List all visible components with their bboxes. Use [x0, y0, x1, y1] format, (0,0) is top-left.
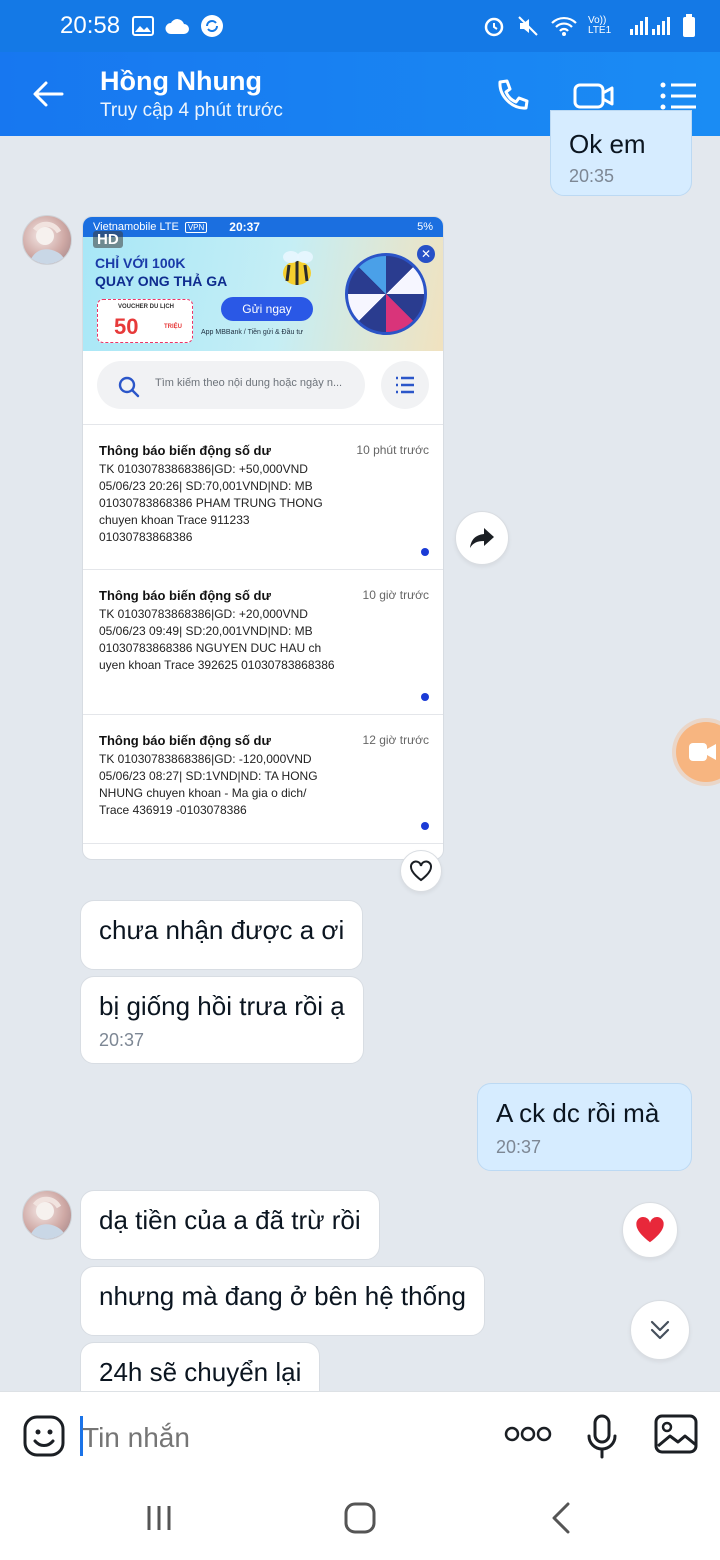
image-message[interactable]: Vietnamobile LTE VPN 20:37 5% HD CHỈ VỚI…	[82, 216, 444, 860]
message-incoming[interactable]: dạ tiền của a đã trừ rồi	[80, 1190, 380, 1260]
search-icon	[118, 376, 140, 398]
message-text: dạ tiền của a đã trừ rồi	[99, 1205, 361, 1235]
close-icon: ✕	[417, 245, 435, 263]
voucher-card: VOUCHER DU LỊCH 50 TRIỆU	[97, 299, 193, 343]
status-time: 20:58	[60, 12, 121, 39]
unread-dot	[421, 548, 429, 556]
hd-badge: HD	[93, 231, 123, 248]
wifi-icon	[551, 16, 577, 36]
status-bar: 20:58 Vo)) LTE1	[0, 0, 720, 52]
search-placeholder: Tìm kiếm theo nội dung hoặc ngày n...	[155, 377, 343, 389]
emoji-icon[interactable]	[22, 1414, 66, 1458]
microphone-icon[interactable]	[586, 1414, 618, 1460]
avatar[interactable]	[22, 215, 72, 265]
notification-title: Thông báo biến động số dư	[99, 443, 271, 458]
banner-cta: Gửi ngay	[221, 297, 313, 321]
notification-time: 10 giờ trước	[362, 588, 429, 602]
heart-icon	[410, 860, 432, 882]
promo-banner: HD CHỈ VỚI 100K QUAY ONG THẢ GA VOUCHER …	[83, 231, 443, 351]
back-icon[interactable]	[548, 1501, 574, 1535]
message-time: 20:37	[99, 1030, 145, 1051]
message-text: bị giống hồi trưa rồi ạ	[99, 991, 345, 1021]
contact-status: Truy cập 4 phút trước	[100, 100, 283, 121]
notification-item: Thông báo biến động số dư 10 giờ trước T…	[83, 569, 443, 715]
unread-dot	[421, 693, 429, 701]
image-icon[interactable]	[654, 1414, 698, 1454]
forward-button[interactable]	[455, 511, 509, 565]
message-incoming[interactable]: nhưng mà đang ở bên hệ thống	[80, 1266, 485, 1336]
scroll-down-button[interactable]	[630, 1300, 690, 1360]
message-text: chưa nhận được a ơi	[99, 915, 345, 945]
message-incoming[interactable]: bị giống hồi trưa rồi ạ 20:37	[80, 976, 364, 1064]
reaction-badge[interactable]	[622, 1202, 678, 1258]
bee-icon	[283, 251, 313, 285]
heart-icon	[636, 1217, 664, 1243]
message-incoming[interactable]: chưa nhận được a ơi	[80, 900, 364, 970]
alarm-icon	[484, 17, 504, 37]
notification-title: Thông báo biến động số dư	[99, 588, 271, 603]
more-dots-icon[interactable]	[504, 1424, 552, 1444]
embedded-time: 20:37	[229, 220, 260, 234]
video-camera-icon	[689, 743, 716, 761]
banner-line1: CHỈ VỚI 100K	[95, 255, 186, 271]
notification-body: TK 01030783868386|GD: -120,000VND 05/06/…	[99, 752, 318, 817]
network-label: Vo)) LTE1	[588, 15, 612, 36]
avatar-photo-icon	[29, 221, 67, 264]
avatar-photo-icon	[29, 1196, 67, 1239]
signal-icon	[630, 17, 670, 35]
banner-line2: QUAY ONG THẢ GA	[95, 273, 228, 289]
arrow-left-icon[interactable]	[30, 76, 66, 112]
filter-button	[381, 361, 429, 409]
filter-list-icon	[396, 376, 414, 394]
battery-icon	[683, 14, 695, 37]
voucher-value: 50	[114, 314, 139, 339]
chevron-double-down-icon	[650, 1320, 670, 1340]
message-outgoing[interactable]: Ok em 20:35	[550, 110, 692, 196]
embedded-status-bar: Vietnamobile LTE VPN 20:37 5%	[83, 217, 443, 237]
message-outgoing[interactable]: A ck dc rồi mà 20:37	[477, 1083, 692, 1171]
share-forward-icon	[470, 528, 494, 548]
phone-icon[interactable]	[490, 74, 534, 118]
notification-item: Thông báo biến động số dư 12 giờ trước T…	[83, 714, 443, 844]
message-text: 24h sẽ chuyển lại	[99, 1357, 302, 1387]
notification-title: Thông báo biến động số dư	[99, 733, 271, 748]
notification-body: TK 01030783868386|GD: +20,000VND 05/06/2…	[99, 607, 335, 672]
voucher-label: VOUCHER DU LỊCH	[118, 304, 175, 310]
banner-footnote: App MBBank / Tiền gửi & Đầu tư	[201, 329, 303, 336]
message-text: nhưng mà đang ở bên hệ thống	[99, 1281, 466, 1311]
notification-time: 10 phút trước	[356, 443, 429, 457]
notification-item: Thông báo biến động số dư 10 phút trước …	[83, 424, 443, 570]
system-nav-bar	[0, 1479, 720, 1560]
message-text: A ck dc rồi mà	[496, 1098, 660, 1128]
embedded-battery: 5%	[417, 221, 433, 233]
voucher-unit: TRIỆU	[164, 324, 182, 330]
home-icon[interactable]	[343, 1501, 377, 1535]
notification-item-partial	[83, 843, 443, 859]
contact-name[interactable]: Hồng Nhung	[100, 66, 262, 97]
mute-icon	[518, 16, 538, 36]
message-time: 20:35	[569, 166, 615, 187]
avatar[interactable]	[22, 1190, 72, 1240]
embedded-search-input: Tìm kiếm theo nội dung hoặc ngày n...	[97, 361, 365, 409]
composer-bar	[0, 1391, 720, 1479]
notification-body: TK 01030783868386|GD: +50,000VND 05/06/2…	[99, 462, 323, 544]
message-time: 20:37	[496, 1137, 542, 1158]
gallery-icon	[132, 16, 155, 36]
unread-dot	[421, 822, 429, 830]
embedded-vpn: VPN	[184, 221, 208, 233]
react-button[interactable]	[400, 850, 442, 892]
message-text: Ok em	[569, 129, 646, 159]
cloud-icon	[165, 19, 190, 34]
lucky-wheel-icon	[345, 253, 427, 335]
sync-icon	[201, 15, 224, 37]
recent-apps-icon[interactable]	[144, 1503, 174, 1533]
message-input[interactable]	[82, 1418, 462, 1458]
notification-time: 12 giờ trước	[362, 733, 429, 747]
floating-video-button[interactable]	[676, 722, 720, 782]
